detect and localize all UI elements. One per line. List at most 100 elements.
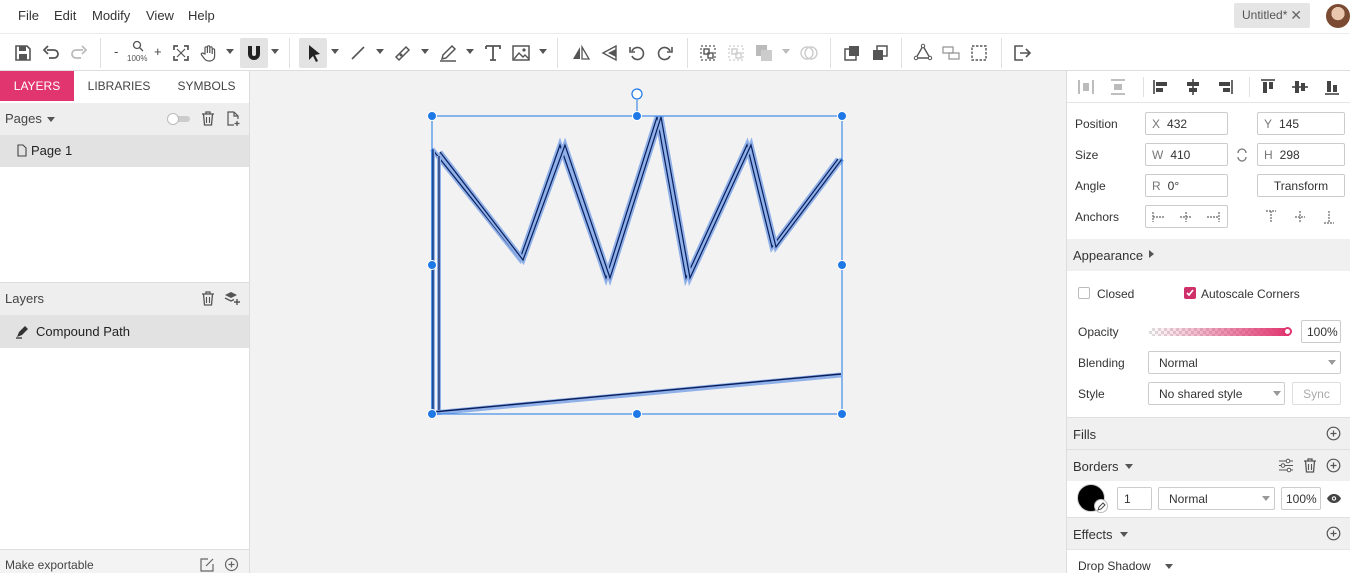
menu-help[interactable]: Help bbox=[188, 8, 215, 23]
image-icon[interactable] bbox=[511, 43, 531, 63]
distribute-vertical-icon[interactable] bbox=[1109, 78, 1127, 96]
component-icon[interactable] bbox=[941, 43, 961, 63]
rotate-right-icon[interactable] bbox=[655, 43, 675, 63]
mask-icon[interactable] bbox=[799, 43, 819, 63]
add-layer-icon[interactable] bbox=[224, 291, 241, 306]
add-effect-icon[interactable] bbox=[1326, 526, 1341, 541]
rotate-left-icon[interactable] bbox=[627, 43, 647, 63]
zoom-out-button[interactable]: - bbox=[114, 44, 118, 59]
pages-toggle[interactable] bbox=[166, 112, 192, 126]
pencil-icon[interactable] bbox=[438, 43, 458, 63]
closed-checkbox[interactable] bbox=[1078, 287, 1090, 299]
undo-icon[interactable] bbox=[41, 43, 61, 63]
drop-shadow-row[interactable]: Drop Shadow bbox=[1067, 549, 1350, 573]
visibility-eye-icon[interactable] bbox=[1326, 493, 1342, 504]
tab-libraries[interactable]: LIBRARIES bbox=[74, 71, 164, 101]
add-page-icon[interactable] bbox=[226, 111, 240, 126]
align-left-icon[interactable] bbox=[1152, 78, 1170, 96]
text-icon[interactable] bbox=[483, 43, 503, 63]
borders-dropdown-icon[interactable] bbox=[1125, 464, 1133, 469]
align-center-icon[interactable] bbox=[1184, 78, 1202, 96]
resize-handle[interactable] bbox=[837, 260, 847, 270]
page-item[interactable]: Page 1 bbox=[0, 135, 249, 167]
anchor-top-icon[interactable] bbox=[1265, 210, 1277, 224]
anchor-left-icon[interactable] bbox=[1152, 211, 1166, 223]
save-icon[interactable] bbox=[13, 43, 33, 63]
resize-handle[interactable] bbox=[427, 111, 437, 121]
magnet-button[interactable] bbox=[240, 38, 268, 68]
rotate-handle[interactable] bbox=[631, 88, 643, 100]
anchor-middle-icon[interactable] bbox=[1294, 210, 1306, 224]
autoscale-checkbox[interactable] bbox=[1184, 287, 1196, 299]
add-border-icon[interactable] bbox=[1326, 458, 1341, 473]
zoom-in-button[interactable]: + bbox=[154, 44, 162, 59]
add-export-icon[interactable] bbox=[224, 557, 239, 572]
resize-handle[interactable] bbox=[632, 111, 642, 121]
resize-handle[interactable] bbox=[632, 409, 642, 419]
zoom-control[interactable]: 100% bbox=[127, 38, 149, 68]
anchor-right-icon[interactable] bbox=[1206, 211, 1220, 223]
lock-ratio-icon[interactable] bbox=[1236, 147, 1248, 163]
align-right-icon[interactable] bbox=[1216, 78, 1234, 96]
angle-field[interactable]: R 0° bbox=[1145, 174, 1228, 197]
fit-icon[interactable] bbox=[171, 43, 191, 63]
distribute-horizontal-icon[interactable] bbox=[1077, 78, 1095, 96]
bring-forward-icon[interactable] bbox=[842, 43, 862, 63]
border-blend-select[interactable]: Normal bbox=[1158, 487, 1275, 510]
border-width-field[interactable]: 1 bbox=[1117, 487, 1152, 510]
trash-icon[interactable] bbox=[201, 111, 215, 126]
send-backward-icon[interactable] bbox=[870, 43, 890, 63]
appearance-header[interactable]: Appearance bbox=[1067, 239, 1350, 271]
menu-edit[interactable]: Edit bbox=[54, 8, 76, 23]
pages-dropdown-icon[interactable] bbox=[47, 117, 55, 122]
style-select[interactable]: No shared style bbox=[1148, 382, 1285, 405]
close-tab-icon[interactable]: ✕ bbox=[1290, 7, 1302, 24]
ungroup-icon[interactable] bbox=[726, 43, 746, 63]
menu-modify[interactable]: Modify bbox=[92, 8, 130, 23]
h-field[interactable]: H 298 bbox=[1257, 143, 1345, 166]
layer-item[interactable]: Compound Path bbox=[0, 315, 249, 348]
w-field[interactable]: W 410 bbox=[1145, 143, 1228, 166]
line-icon[interactable] bbox=[348, 43, 368, 63]
tab-symbols[interactable]: SYMBOLS bbox=[164, 71, 249, 101]
blending-select[interactable]: Normal bbox=[1148, 351, 1341, 374]
x-field[interactable]: X 432 bbox=[1145, 112, 1228, 135]
opacity-field[interactable]: 100% bbox=[1301, 320, 1341, 343]
border-options-icon[interactable] bbox=[1278, 458, 1294, 473]
redo-icon[interactable] bbox=[69, 43, 89, 63]
eyedropper-icon[interactable] bbox=[1094, 499, 1108, 513]
pen-icon[interactable] bbox=[393, 43, 413, 63]
pointer-button[interactable] bbox=[299, 38, 327, 68]
anchor-center-icon[interactable] bbox=[1179, 211, 1193, 223]
opacity-slider[interactable] bbox=[1149, 327, 1292, 336]
frame-icon[interactable] bbox=[969, 43, 989, 63]
avatar[interactable] bbox=[1326, 4, 1350, 28]
y-field[interactable]: Y 145 bbox=[1257, 112, 1345, 135]
align-bottom-icon[interactable] bbox=[1323, 78, 1341, 96]
resize-handle[interactable] bbox=[427, 260, 437, 270]
resize-handle[interactable] bbox=[837, 409, 847, 419]
tab-layers[interactable]: LAYERS bbox=[0, 71, 74, 101]
resize-handle[interactable] bbox=[427, 409, 437, 419]
path-icon[interactable] bbox=[913, 43, 933, 63]
delete-border-icon[interactable] bbox=[1303, 458, 1317, 473]
sync-button[interactable]: Sync bbox=[1292, 382, 1341, 405]
delete-layer-icon[interactable] bbox=[201, 291, 215, 306]
group-icon[interactable] bbox=[698, 43, 718, 63]
export-edit-icon[interactable] bbox=[200, 558, 214, 572]
opacity-thumb[interactable] bbox=[1283, 327, 1292, 336]
transform-button[interactable]: Transform bbox=[1257, 174, 1345, 197]
add-fill-icon[interactable] bbox=[1326, 426, 1341, 441]
canvas[interactable] bbox=[250, 71, 1066, 573]
flip-horizontal-icon[interactable] bbox=[571, 43, 591, 63]
effects-dropdown-icon[interactable] bbox=[1120, 532, 1128, 537]
anchor-bottom-icon[interactable] bbox=[1323, 210, 1335, 224]
hand-icon[interactable] bbox=[199, 43, 219, 63]
resize-handle[interactable] bbox=[837, 111, 847, 121]
align-middle-icon[interactable] bbox=[1291, 78, 1309, 96]
document-tab[interactable]: Untitled* ✕ bbox=[1234, 3, 1310, 28]
export-icon[interactable] bbox=[1012, 43, 1032, 63]
menu-view[interactable]: View bbox=[146, 8, 174, 23]
menu-file[interactable]: File bbox=[18, 8, 39, 23]
border-opacity-field[interactable]: 100% bbox=[1281, 487, 1321, 510]
